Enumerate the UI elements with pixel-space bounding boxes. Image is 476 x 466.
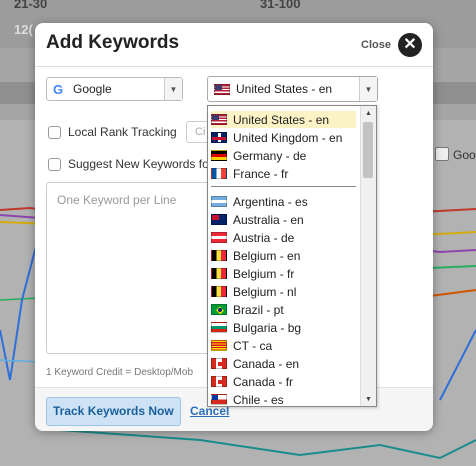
location-option-label: Brazil - pt [233,302,284,317]
keyword-textarea[interactable]: One Keyword per Line [46,182,218,354]
background-checkbox-box [435,147,449,161]
chevron-down-icon[interactable]: ▼ [164,78,182,100]
us-flag-icon [214,84,230,95]
background-checkbox: Goo [435,147,476,162]
location-option-label: Canada - fr [233,374,294,389]
location-option[interactable]: Australia - en [211,211,356,228]
location-option[interactable]: Brazil - pt [211,301,356,318]
location-option-label: United Kingdom - en [233,130,343,145]
australia-flag-icon [211,214,227,225]
catalonia-flag-icon [211,340,227,351]
local-rank-tracking-option[interactable]: Local Rank Tracking [48,125,177,139]
local-rank-tracking-checkbox[interactable] [48,125,61,139]
austria-flag-icon [211,232,227,243]
location-option-label: Australia - en [233,212,304,227]
us-flag-icon [211,114,227,125]
local-rank-tracking-label: Local Rank Tracking [68,125,177,139]
location-option-label: Austria - de [233,230,295,245]
location-option[interactable]: Austria - de [211,229,356,246]
france-flag-icon [211,168,227,179]
location-option[interactable]: United Kingdom - en [211,129,356,146]
scroll-up-icon[interactable]: ▲ [361,106,376,120]
location-option[interactable]: Canada - en [211,355,356,372]
dropdown-scrollbar[interactable]: ▲ ▼ [360,106,376,406]
keyword-placeholder: One Keyword per Line [57,193,177,207]
search-engine-value: Google [73,82,112,96]
location-option-label: Chile - es [233,392,284,407]
location-dropdown-list[interactable]: United States - en United Kingdom - en G… [207,105,377,407]
close-icon[interactable]: ✕ [398,33,422,57]
location-value: United States - en [236,82,333,96]
google-icon: G [53,82,64,97]
location-option[interactable]: CT - ca [211,337,356,354]
modal-title: Add Keywords [46,32,180,53]
chevron-down-icon[interactable]: ▼ [359,77,377,101]
location-option-label: Belgium - fr [233,266,295,281]
belgium-flag-icon [211,286,227,297]
location-option-label: Belgium - en [233,248,301,263]
location-option-label: France - fr [233,166,289,181]
suggest-keywords-option[interactable]: Suggest New Keywords fo [48,157,209,171]
belgium-flag-icon [211,268,227,279]
header-divider [35,66,433,67]
location-option-label: Bulgaria - bg [233,320,302,335]
location-option-label: Argentina - es [233,194,308,209]
brazil-flag-icon [211,304,227,315]
search-engine-select[interactable]: G Google ▼ [46,77,183,101]
credit-note: 1 Keyword Credit = Desktop/Mob [46,367,194,378]
location-option[interactable]: Chile - es [211,391,356,407]
belgium-flag-icon [211,250,227,261]
location-option[interactable]: Belgium - en [211,247,356,264]
location-option[interactable]: Canada - fr [211,373,356,390]
scroll-down-icon[interactable]: ▼ [361,392,376,406]
location-option-label: Germany - de [233,148,307,163]
location-select[interactable]: United States - en ▼ [207,76,378,102]
canada-flag-icon [211,376,227,387]
location-option[interactable]: Bulgaria - bg [211,319,356,336]
scroll-thumb[interactable] [363,122,373,178]
argentina-flag-icon [211,196,227,207]
track-keywords-button[interactable]: Track Keywords Now [46,397,181,426]
close-label[interactable]: Close [361,39,391,51]
background-checkbox-label: Goo [453,148,476,162]
bulgaria-flag-icon [211,322,227,333]
location-divider [211,186,356,187]
uk-flag-icon [211,132,227,143]
location-option[interactable]: Belgium - nl [211,283,356,300]
suggest-keywords-label: Suggest New Keywords fo [68,157,209,171]
location-option-label: Canada - en [233,356,300,371]
close-button[interactable]: Close ✕ [361,33,422,57]
location-option[interactable]: Argentina - es [211,193,356,210]
location-option-label: United States - en [233,112,330,127]
location-option[interactable]: United States - en [211,111,356,128]
location-option[interactable]: France - fr [211,165,356,182]
location-option[interactable]: Germany - de [211,147,356,164]
germany-flag-icon [211,150,227,161]
suggest-keywords-checkbox[interactable] [48,157,61,171]
canada-flag-icon [211,358,227,369]
location-option[interactable]: Belgium - fr [211,265,356,282]
location-option-label: Belgium - nl [233,284,297,299]
location-option-label: CT - ca [233,338,273,353]
chile-flag-icon [211,394,227,405]
